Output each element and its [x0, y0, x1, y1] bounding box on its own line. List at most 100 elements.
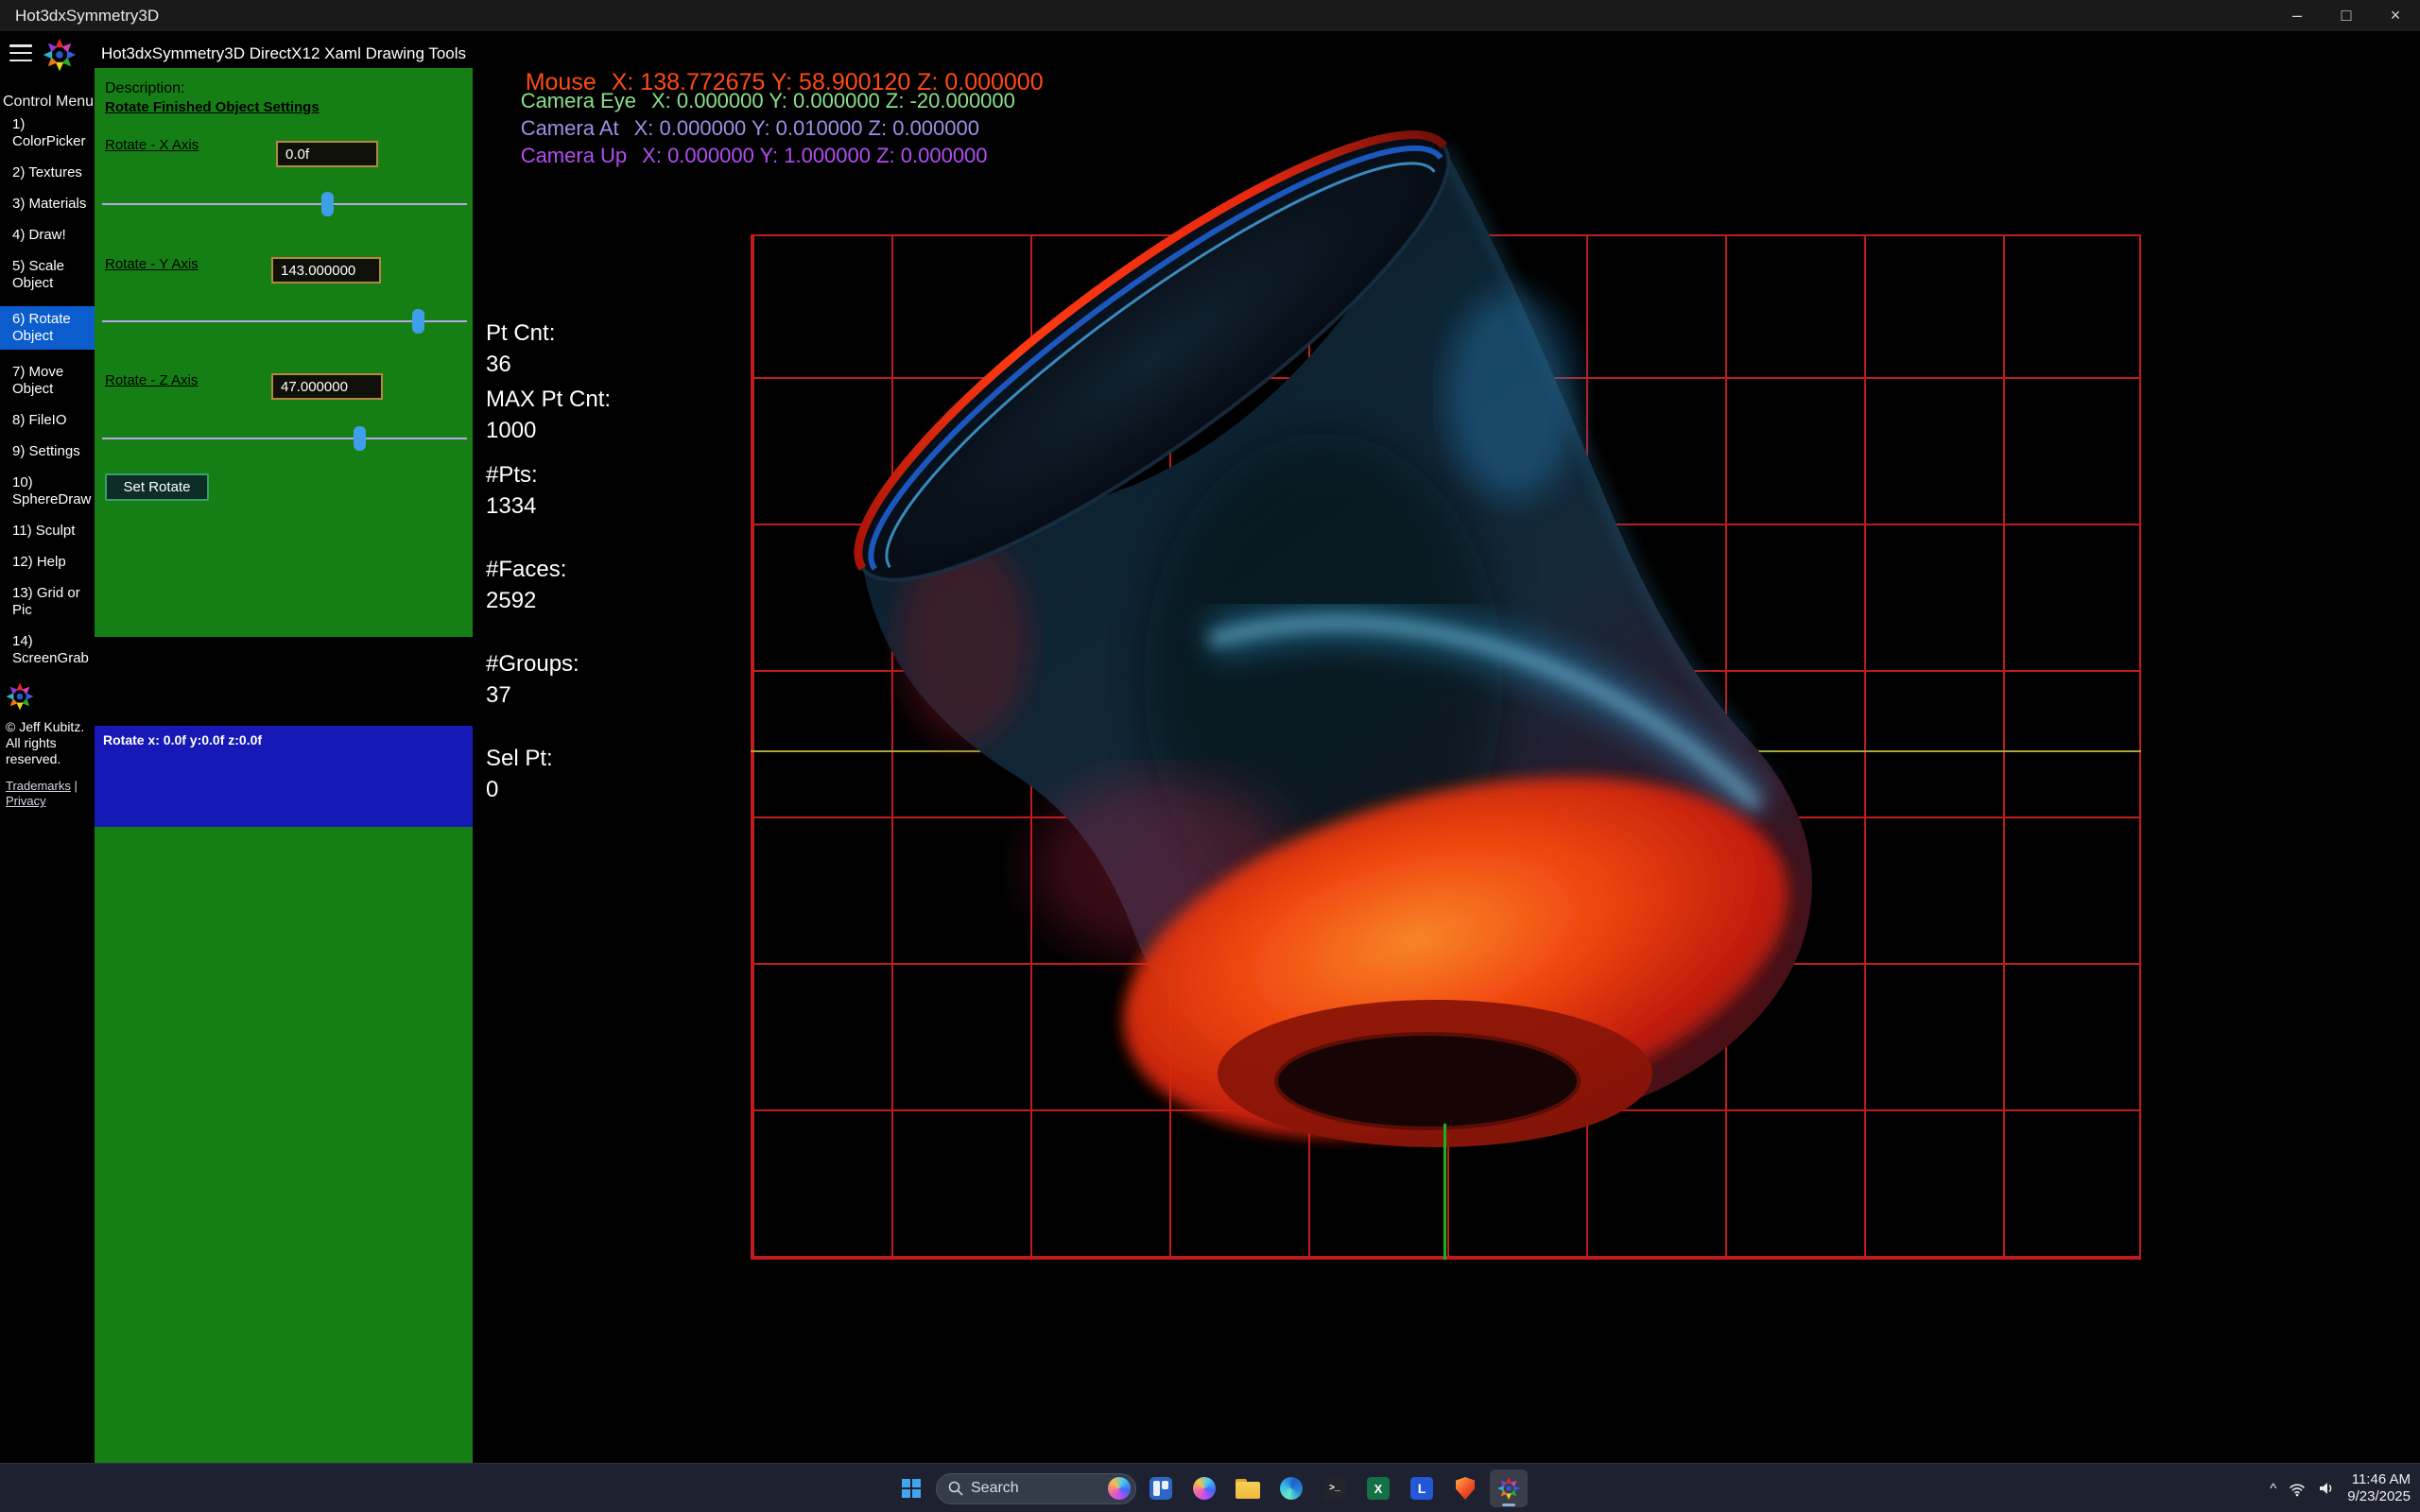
search-input[interactable]: Search [936, 1473, 1136, 1504]
rotate-x-label: Rotate - X Axis [105, 137, 199, 153]
rotate-y-slider[interactable] [102, 309, 467, 334]
file-explorer-button[interactable] [1229, 1469, 1267, 1507]
sidebar-item-spheredraw[interactable]: 10) SphereDraw [0, 474, 95, 508]
stat-value: 1000 [486, 415, 611, 446]
app-window: Hot3dxSymmetry3D – □ × Control Menu 1) C… [0, 0, 2420, 1512]
rotate-settings-link[interactable]: Rotate Finished Object Settings [105, 99, 320, 115]
camera-up-coordinates: Camera UpX: 0.000000 Y: 1.000000 Z: 0.00… [486, 119, 988, 193]
stat-label: #Pts: [486, 459, 538, 490]
control-menu-list: 1) ColorPicker 2) Textures 3) Materials … [0, 116, 95, 809]
stat-value: 0 [486, 774, 553, 805]
clock-time: 11:46 AM [2347, 1471, 2411, 1488]
slider-track[interactable] [102, 438, 467, 439]
stat-label: #Faces: [486, 554, 566, 585]
stat-faces: #Faces: 2592 [486, 554, 566, 616]
tray-chevron-up-icon[interactable]: ^ [2270, 1481, 2276, 1497]
stat-label: Pt Cnt: [486, 318, 555, 349]
hot3dx-app-button[interactable] [1490, 1469, 1528, 1507]
app-logo-icon [5, 681, 95, 712]
stat-pts: #Pts: 1334 [486, 459, 538, 522]
stat-groups: #Groups: 37 [486, 648, 579, 711]
slider-thumb[interactable] [412, 309, 424, 334]
widgets-icon [1150, 1477, 1172, 1500]
stat-max-pt-cnt: MAX Pt Cnt: 1000 [486, 384, 611, 446]
copilot-button[interactable] [1185, 1469, 1223, 1507]
sidebar-item-fileio[interactable]: 8) FileIO [0, 412, 95, 429]
system-tray: ^ 11:46 AM 9/23/2025 [2270, 1464, 2411, 1512]
terminal-button[interactable]: >_ [1316, 1469, 1354, 1507]
viewport-3d[interactable]: MouseX: 138.772675 Y: 58.900120 Z: 0.000… [473, 31, 2420, 1463]
sidebar-item-grid-or-pic[interactable]: 13) Grid or Pic [0, 585, 95, 619]
volume-icon[interactable] [2318, 1481, 2335, 1496]
settings-panel: Hot3dxSymmetry3D DirectX12 Xaml Drawing … [95, 31, 473, 1463]
sidebar-item-colorpicker[interactable]: 1) ColorPicker [0, 116, 95, 150]
reference-grid [751, 234, 2141, 1260]
security-shield-icon [1456, 1477, 1475, 1500]
rotate-z-label: Rotate - Z Axis [105, 372, 198, 388]
rotate-y-input[interactable] [271, 257, 381, 284]
sidebar-item-draw[interactable]: 4) Draw! [0, 227, 95, 244]
rotate-x-slider[interactable] [102, 192, 467, 216]
taskbar-clock[interactable]: 11:46 AM 9/23/2025 [2347, 1471, 2411, 1505]
copyright-text: © Jeff Kubitz. All rights reserved. [0, 719, 95, 767]
hot3dx-app-icon [1496, 1476, 1521, 1501]
rotate-x-input[interactable] [276, 141, 378, 167]
edge-icon [1280, 1477, 1303, 1500]
maximize-button[interactable]: □ [2322, 0, 2371, 31]
stat-label: Sel Pt: [486, 743, 553, 774]
file-explorer-icon [1236, 1479, 1260, 1499]
excel-button[interactable]: X [1359, 1469, 1397, 1507]
legal-links: Trademarks | Privacy [0, 779, 95, 809]
panel-header-title: Hot3dxSymmetry3D DirectX12 Xaml Drawing … [95, 40, 473, 68]
stat-value: 37 [486, 679, 579, 711]
widgets-button[interactable] [1142, 1469, 1180, 1507]
stat-value: 2592 [486, 585, 566, 616]
close-button[interactable]: × [2371, 0, 2420, 31]
window-title: Hot3dxSymmetry3D [15, 0, 159, 31]
sidebar-item-screengrab[interactable]: 14) ScreenGrab [0, 633, 95, 667]
minimize-button[interactable]: – [2273, 0, 2322, 31]
taskbar-center-icons: Search >_ X L [892, 1464, 1528, 1512]
sidebar-item-rotate-object[interactable]: 6) Rotate Object [0, 306, 95, 350]
security-button[interactable] [1446, 1469, 1484, 1507]
clock-date: 9/23/2025 [2347, 1488, 2411, 1505]
rotate-z-input[interactable] [271, 373, 383, 400]
start-button[interactable] [892, 1469, 930, 1507]
linqpad-button[interactable]: L [1403, 1469, 1441, 1507]
search-icon [948, 1481, 963, 1496]
sidebar-item-settings[interactable]: 9) Settings [0, 443, 95, 460]
edge-button[interactable] [1272, 1469, 1310, 1507]
rotate-z-slider[interactable] [102, 426, 467, 451]
search-placeholder: Search [971, 1480, 1100, 1497]
slider-track[interactable] [102, 203, 467, 205]
hamburger-menu-icon[interactable] [9, 44, 32, 61]
slider-thumb[interactable] [321, 192, 334, 216]
control-menu-title: Control Menu [3, 94, 94, 111]
sidebar-item-move-object[interactable]: 7) Move Object [0, 364, 95, 398]
rotate-status-text: Rotate x: 0.0f y:0.0f z:0.0f [103, 732, 262, 747]
sidebar-item-sculpt[interactable]: 11) Sculpt [0, 523, 95, 540]
links-separator: | [75, 779, 78, 793]
sidebar-item-textures[interactable]: 2) Textures [0, 164, 95, 181]
linqpad-icon: L [1410, 1477, 1433, 1500]
sidebar-item-materials[interactable]: 3) Materials [0, 196, 95, 213]
stat-label: MAX Pt Cnt: [486, 384, 611, 415]
search-copilot-icon[interactable] [1108, 1477, 1131, 1500]
sidebar-item-help[interactable]: 12) Help [0, 554, 95, 571]
axis-marker-vertical [1443, 1124, 1446, 1260]
copilot-icon [1193, 1477, 1216, 1500]
stat-pt-cnt: Pt Cnt: 36 [486, 318, 555, 380]
panel-lower-pane [95, 827, 473, 1463]
slider-thumb[interactable] [354, 426, 366, 451]
sidebar-item-scale-object[interactable]: 5) Scale Object [0, 258, 95, 292]
rotate-settings-pane: Description: Rotate Finished Object Sett… [95, 68, 473, 637]
set-rotate-button[interactable]: Set Rotate [105, 473, 209, 501]
titlebar: Hot3dxSymmetry3D – □ × [0, 0, 2420, 31]
wifi-icon[interactable] [2289, 1481, 2306, 1497]
excel-icon: X [1367, 1477, 1390, 1500]
axis-line-horizontal [751, 750, 2141, 752]
privacy-link[interactable]: Privacy [6, 794, 46, 808]
trademarks-link[interactable]: Trademarks [6, 779, 71, 793]
stat-value: 1334 [486, 490, 538, 522]
description-label: Description: [105, 80, 184, 97]
